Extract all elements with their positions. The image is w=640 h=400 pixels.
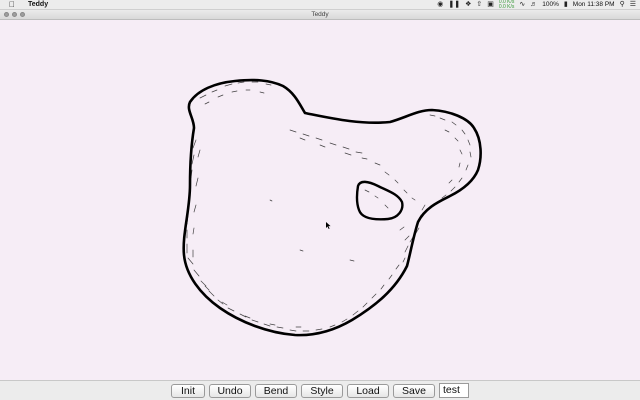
- save-button[interactable]: Save: [393, 383, 435, 398]
- bend-button[interactable]: Bend: [255, 383, 297, 398]
- close-icon[interactable]: [4, 12, 9, 17]
- init-button[interactable]: Init: [171, 383, 205, 398]
- clock[interactable]: Mon 11:38 PM: [573, 0, 615, 10]
- app-menu-name[interactable]: Teddy: [28, 0, 48, 10]
- status-area: ◉ ❚❚ ❖ ⇧ ▣ 0.0 K/s 0.0 K/s ∿ ♬ 100% ▮ Mo…: [437, 0, 636, 10]
- window-title-bar[interactable]: Teddy: [0, 10, 640, 20]
- volume-icon[interactable]: ♬: [530, 0, 537, 10]
- window-title: Teddy: [311, 11, 329, 18]
- teddy-outline: [182, 78, 482, 337]
- window-controls: [4, 12, 25, 17]
- pause-icon[interactable]: ❚❚: [448, 0, 460, 10]
- list-icon[interactable]: ☰: [630, 0, 636, 10]
- style-button[interactable]: Style: [301, 383, 343, 398]
- shading-strokes: [186, 81, 472, 332]
- zoom-icon[interactable]: [20, 12, 25, 17]
- minimize-icon[interactable]: [12, 12, 17, 17]
- record-icon[interactable]: ◉: [437, 0, 443, 10]
- load-button[interactable]: Load: [347, 383, 389, 398]
- upload-icon[interactable]: ⇧: [476, 0, 482, 10]
- dropbox-icon[interactable]: ❖: [465, 0, 471, 10]
- search-icon[interactable]: ⚲: [620, 0, 625, 10]
- network-stats-icon[interactable]: 0.0 K/s 0.0 K/s: [499, 0, 515, 10]
- drawing-canvas[interactable]: [0, 21, 640, 379]
- screen-icon[interactable]: ▣: [487, 0, 494, 10]
- mouse-cursor-icon: [326, 222, 331, 229]
- teddy-model-drawing: [182, 78, 482, 337]
- bottom-toolbar: Init Undo Bend Style Load Save test: [0, 380, 640, 400]
- menu-bar:  Teddy ◉ ❚❚ ❖ ⇧ ▣ 0.0 K/s 0.0 K/s ∿ ♬ 1…: [0, 0, 640, 10]
- undo-button[interactable]: Undo: [209, 383, 251, 398]
- teddy-hole-outline: [355, 180, 404, 221]
- filename-field[interactable]: test: [439, 383, 469, 398]
- battery-percent: 100%: [542, 1, 559, 8]
- battery-icon[interactable]: ▮: [564, 0, 568, 10]
- wifi-icon[interactable]: ∿: [519, 0, 525, 10]
- apple-icon[interactable]: : [7, 0, 17, 10]
